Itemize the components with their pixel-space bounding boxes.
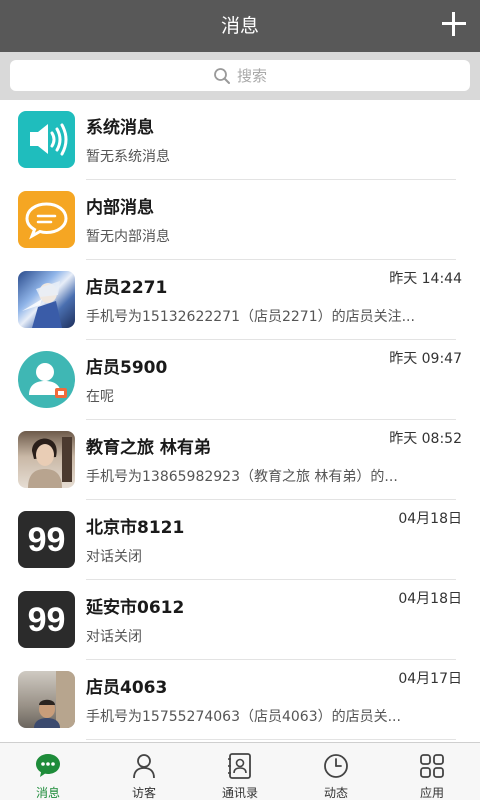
message-item-system[interactable]: 系统消息 暂无系统消息 — [0, 100, 480, 180]
message-title: 店员5900 — [86, 358, 168, 378]
message-preview: 手机号为15132622271（店员2271）的店员关注... — [86, 309, 415, 325]
anime-character-avatar — [18, 271, 75, 328]
message-preview: 暂无内部消息 — [86, 229, 170, 245]
message-item-4063[interactable]: 店员4063 04月17日 手机号为15755274063（店员4063）的店员… — [0, 660, 480, 740]
tab-visitors[interactable]: 访客 — [96, 743, 192, 800]
tab-apps[interactable]: 应用 — [384, 743, 480, 800]
speaker-icon — [30, 123, 68, 156]
tab-label: 访客 — [131, 786, 156, 800]
message-time: 04月18日 — [398, 511, 462, 527]
clock-icon — [324, 754, 348, 778]
message-item-5900[interactable]: 店员5900 昨天 09:47 在呢 — [0, 340, 480, 420]
tab-label: 消息 — [35, 786, 60, 800]
ninety-nine-logo: 99 — [28, 601, 66, 639]
message-title: 店员4063 — [86, 678, 168, 698]
tab-messages[interactable]: 消息 — [0, 743, 96, 800]
message-item-beijing[interactable]: 99 北京市8121 04月18日 对话关闭 — [0, 500, 480, 580]
tab-label: 应用 — [419, 786, 444, 800]
search-placeholder: 搜索 — [236, 67, 267, 85]
search-bar: 搜索 — [0, 52, 480, 100]
message-title: 店员2271 — [86, 278, 168, 298]
message-list: 系统消息 暂无系统消息 内部消息 暂无内部消息 店员2271 昨天 14:44 … — [0, 100, 480, 742]
message-item-2271[interactable]: 店员2271 昨天 14:44 手机号为15132622271（店员2271）的… — [0, 260, 480, 340]
default-user-avatar — [18, 351, 75, 408]
tab-activity[interactable]: 动态 — [288, 743, 384, 800]
message-preview: 手机号为13865982923（教育之旅 林有弟）的... — [86, 469, 398, 485]
photo-avatar — [18, 431, 75, 488]
message-title: 教育之旅 林有弟 — [86, 438, 211, 458]
person-icon — [29, 363, 67, 398]
add-button[interactable] — [440, 10, 468, 38]
message-preview: 手机号为15755274063（店员4063）的店员关... — [86, 709, 401, 725]
anime-figure-icon — [22, 281, 62, 328]
app: 消息 搜索 系统消息 暂无系统消息 内部消息 暂无内部消息 店员2271 昨天 … — [0, 0, 480, 800]
page-title: 消息 — [220, 15, 259, 37]
message-title: 延安市0612 — [86, 598, 185, 618]
message-preview: 在呢 — [86, 389, 114, 405]
message-preview: 对话关闭 — [86, 629, 142, 645]
message-title: 内部消息 — [86, 198, 154, 218]
message-title: 北京市8121 — [86, 518, 185, 538]
tab-label: 动态 — [323, 786, 348, 800]
message-item-lin[interactable]: 教育之旅 林有弟 昨天 08:52 手机号为13865982923（教育之旅 林… — [0, 420, 480, 500]
search-input[interactable]: 搜索 — [10, 60, 470, 91]
title-bar: 消息 — [0, 0, 480, 52]
message-time: 昨天 09:47 — [389, 351, 462, 367]
search-icon — [214, 67, 230, 84]
ninety-nine-avatar: 99 — [18, 511, 75, 568]
message-item-internal[interactable]: 内部消息 暂无内部消息 — [0, 180, 480, 260]
chat-bubble-icon — [36, 754, 60, 777]
apps-grid-icon — [420, 754, 444, 778]
tab-contacts[interactable]: 通讯录 — [192, 743, 288, 800]
portrait-icon — [28, 437, 72, 488]
svg-text:99: 99 — [28, 521, 66, 559]
portrait-icon — [34, 671, 75, 728]
tab-label: 通讯录 — [221, 786, 258, 800]
ninety-nine-avatar: 99 — [18, 591, 75, 648]
message-time: 昨天 08:52 — [389, 431, 462, 447]
contacts-icon — [228, 753, 251, 779]
person-icon — [133, 754, 155, 779]
message-time: 04月17日 — [398, 671, 462, 687]
system-message-avatar — [18, 111, 75, 168]
message-preview: 对话关闭 — [86, 549, 142, 565]
svg-text:99: 99 — [28, 601, 66, 639]
message-title: 系统消息 — [86, 118, 154, 138]
message-time: 04月18日 — [398, 591, 462, 607]
chat-bubble-icon — [25, 202, 68, 240]
internal-message-avatar — [18, 191, 75, 248]
message-item-yanan[interactable]: 99 延安市0612 04月18日 对话关闭 — [0, 580, 480, 660]
photo-avatar — [18, 671, 75, 728]
ninety-nine-logo: 99 — [28, 521, 66, 559]
message-time: 昨天 14:44 — [389, 271, 462, 287]
bottom-tab-bar: 消息 访客 通讯录 动态 应用 — [0, 742, 480, 800]
message-preview: 暂无系统消息 — [86, 149, 170, 165]
